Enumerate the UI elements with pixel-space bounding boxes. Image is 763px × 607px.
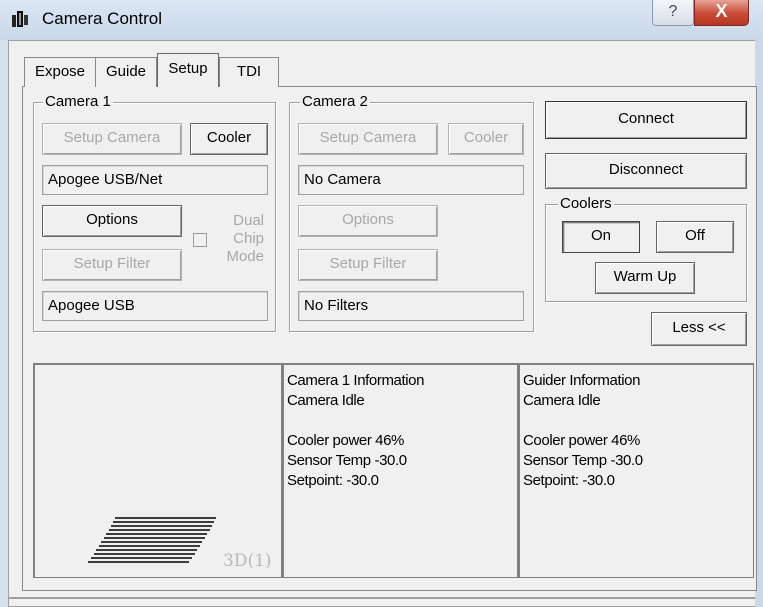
- camera1-info-setpoint: Setpoint: -30.0: [287, 472, 379, 489]
- connect-button[interactable]: Connect: [545, 101, 747, 139]
- help-icon: ?: [668, 3, 678, 20]
- camera1-options-button[interactable]: Options: [42, 205, 182, 237]
- camera1-setup-filter-button[interactable]: Setup Filter: [42, 249, 182, 281]
- dialog-bottom-edge: [8, 597, 755, 599]
- guider-info-text: Guider Information Camera Idle Cooler po…: [523, 371, 751, 491]
- close-icon: X: [715, 1, 728, 21]
- disconnect-button[interactable]: Disconnect: [545, 153, 747, 189]
- guider-info-status: Camera Idle: [523, 392, 601, 409]
- camera2-group-label: Camera 2: [300, 93, 370, 110]
- camera1-cooler-button[interactable]: Cooler: [190, 123, 268, 155]
- coolers-off-button[interactable]: Off: [656, 221, 734, 253]
- help-button[interactable]: ?: [652, 0, 694, 26]
- guider-info-title: Guider Information: [523, 372, 641, 389]
- camera1-info-title: Camera 1 Information: [287, 372, 425, 389]
- preview-badge: 3D(1): [223, 551, 272, 571]
- tab-setup[interactable]: Setup: [157, 53, 219, 87]
- coolers-on-button[interactable]: On: [562, 221, 640, 253]
- tab-expose[interactable]: Expose: [24, 57, 96, 87]
- tab-tdi[interactable]: TDI: [219, 57, 279, 87]
- camera2-options-button[interactable]: Options: [298, 205, 438, 237]
- dual-chip-mode-label: Dual Chip Mode: [226, 212, 264, 265]
- camera2-filter-field: No Filters: [298, 291, 524, 321]
- coolers-group-label: Coolers: [558, 195, 614, 212]
- window-frame-left: [0, 40, 8, 607]
- camera1-info-status: Camera Idle: [287, 392, 365, 409]
- camera1-info-text: Camera 1 Information Camera Idle Cooler …: [287, 371, 515, 491]
- dual-chip-mode-checkbox[interactable]: [193, 233, 207, 247]
- camera2-cooler-button[interactable]: Cooler: [448, 123, 524, 155]
- camera1-info-cooler-power: Cooler power 46%: [287, 432, 404, 449]
- less-button[interactable]: Less <<: [651, 312, 747, 346]
- close-button[interactable]: X: [694, 0, 749, 26]
- guider-info-sensor-temp: Sensor Temp -30.0: [523, 452, 643, 469]
- camera1-info-sensor-temp: Sensor Temp -30.0: [287, 452, 407, 469]
- guider-info-setpoint: Setpoint: -30.0: [523, 472, 615, 489]
- camera2-setup-camera-button[interactable]: Setup Camera: [298, 123, 438, 155]
- tab-guide[interactable]: Guide: [95, 57, 157, 87]
- camera2-setup-filter-button[interactable]: Setup Filter: [298, 249, 438, 281]
- guider-info-cooler-power: Cooler power 46%: [523, 432, 640, 449]
- camera1-setup-camera-button[interactable]: Setup Camera: [42, 123, 182, 155]
- app-icon: [12, 11, 28, 27]
- camera2-camera-field: No Camera: [298, 165, 524, 195]
- camera1-group-label: Camera 1: [43, 93, 113, 110]
- window-title: Camera Control: [42, 9, 162, 28]
- camera1-filter-field: Apogee USB: [42, 291, 268, 321]
- warm-up-button[interactable]: Warm Up: [595, 262, 695, 294]
- camera1-camera-field: Apogee USB/Net: [42, 165, 268, 195]
- chip-preview-icon: [88, 517, 216, 563]
